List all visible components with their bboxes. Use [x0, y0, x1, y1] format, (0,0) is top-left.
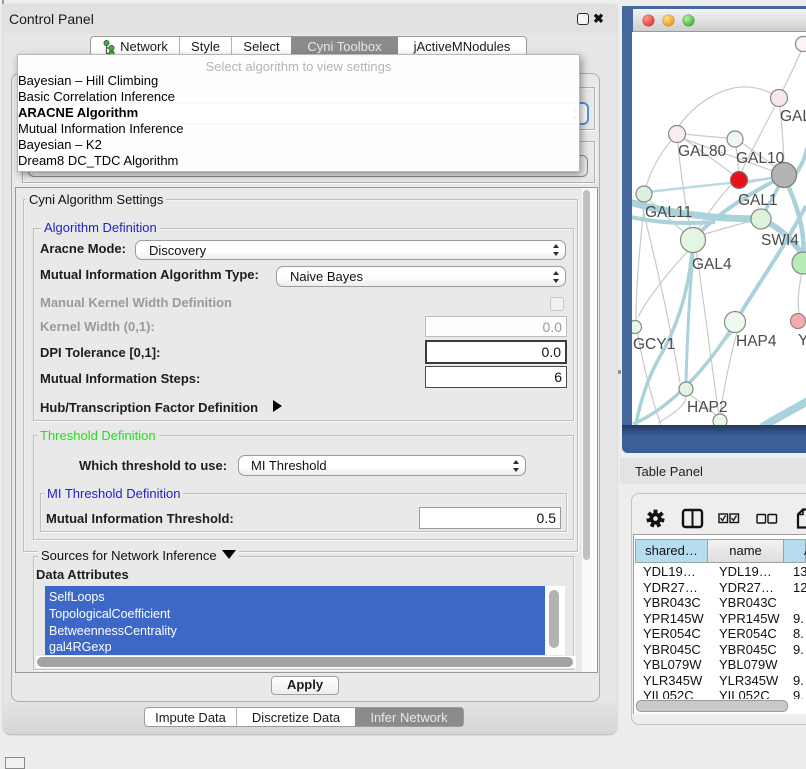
svg-text:GAL10: GAL10	[736, 150, 785, 167]
svg-text:GAL80: GAL80	[678, 143, 727, 160]
svg-text:GAL11: GAL11	[645, 204, 692, 221]
svg-text:SWI4: SWI4	[761, 232, 799, 249]
svg-text:HAP2: HAP2	[687, 399, 728, 416]
svg-text:GAL4: GAL4	[692, 256, 732, 273]
svg-text:HAP4: HAP4	[736, 333, 777, 350]
svg-text:Y: Y	[798, 332, 806, 349]
svg-text:GCY1: GCY1	[633, 336, 675, 353]
svg-text:GAL7: GAL7	[780, 108, 806, 125]
svg-text:GAL1: GAL1	[738, 192, 778, 209]
